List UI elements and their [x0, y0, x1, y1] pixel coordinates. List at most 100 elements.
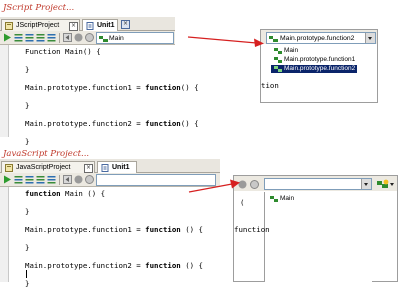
- editor-toolbar: Main: [0, 31, 175, 45]
- tab-unit1[interactable]: Unit1: [82, 19, 118, 31]
- method-combo[interactable]: Main.prototype.function2: [266, 32, 376, 44]
- project-icon: [5, 164, 13, 172]
- stop-icon[interactable]: [74, 175, 83, 184]
- run-icon[interactable]: [3, 33, 12, 42]
- step-out-icon[interactable]: [36, 175, 45, 184]
- code-text: Main.prototype.function1 =: [25, 225, 146, 234]
- method-selector-value: Main: [109, 35, 124, 42]
- reset-icon[interactable]: [250, 180, 259, 189]
- method-icon: [99, 36, 108, 42]
- method-item-function2[interactable]: Main.prototype.function2: [271, 65, 357, 73]
- code-line: Main.prototype.function1 = function () {: [25, 225, 220, 234]
- method-icon: [269, 36, 278, 42]
- run-to-cursor-icon[interactable]: [47, 33, 56, 42]
- stop-icon[interactable]: [74, 33, 83, 42]
- code-keyword: function: [25, 189, 61, 198]
- tab-bar: JavaScriptProject × Unit1: [0, 159, 220, 173]
- method-item-label: Main: [284, 47, 299, 54]
- method-item-main[interactable]: Main: [271, 47, 298, 55]
- method-item-label: Main.prototype.function1: [284, 56, 356, 63]
- code-text: () {: [180, 83, 199, 92]
- code-text: }: [25, 137, 30, 146]
- bottom-method-popup: Main ( function: [233, 175, 398, 282]
- step-into-icon[interactable]: [14, 175, 23, 184]
- reset-icon[interactable]: [85, 175, 94, 184]
- method-combo[interactable]: [264, 178, 372, 190]
- code-text: () {: [180, 119, 199, 128]
- close-editor-icon[interactable]: ×: [121, 20, 130, 29]
- step-over-icon[interactable]: [25, 33, 34, 42]
- code-keyword: function: [145, 83, 181, 92]
- code-keyword: function: [145, 261, 181, 270]
- add-method-icon[interactable]: [377, 179, 395, 189]
- background-code-fragment: (: [240, 198, 245, 207]
- method-selector[interactable]: Main: [96, 32, 174, 44]
- step-out-icon[interactable]: [36, 33, 45, 42]
- close-icon[interactable]: ×: [84, 164, 93, 173]
- file-icon: [86, 22, 94, 30]
- top-editor-window: JScriptProject × Unit1 × Main Function M…: [0, 17, 199, 146]
- tab-javascriptproject[interactable]: JavaScriptProject ×: [1, 161, 95, 173]
- tab-label: Unit1: [112, 164, 130, 171]
- code-text: Main.prototype.function2 =: [25, 119, 146, 128]
- code-text: Main () {: [60, 189, 106, 198]
- line-gutter: [0, 45, 9, 137]
- code-line: Main.prototype.function2 = function() {: [25, 119, 199, 128]
- method-item-label: Main: [280, 195, 295, 202]
- background-code-fragment: tion: [261, 81, 279, 90]
- tab-jscriptproject[interactable]: JScriptProject ×: [1, 19, 80, 31]
- code-area: function Main () {} Main.prototype.functi…: [25, 189, 220, 288]
- code-text: }: [25, 243, 30, 252]
- code-text: }: [25, 101, 30, 110]
- method-icon: [274, 48, 282, 54]
- code-line: Function Main() {: [25, 47, 175, 56]
- code-line: }: [25, 101, 175, 110]
- code-keyword: function: [145, 119, 181, 128]
- code-text: Main.prototype.function1 =: [25, 83, 146, 92]
- caption-jscript: JScript Project...: [3, 3, 75, 13]
- method-combo-value: Main.prototype.function2: [280, 35, 355, 42]
- run-to-cursor-icon[interactable]: [47, 175, 56, 184]
- code-text: }: [25, 65, 30, 74]
- code-line: }: [25, 243, 220, 252]
- code-line: Main.prototype.function2 = function () {: [25, 261, 220, 270]
- tab-unit1[interactable]: Unit1: [97, 161, 137, 173]
- code-line: }: [25, 65, 175, 74]
- back-icon[interactable]: [63, 175, 72, 184]
- toolbar-separator: [59, 33, 60, 43]
- code-keyword: function: [145, 225, 181, 234]
- method-icon: [270, 196, 278, 202]
- code-area: Function Main() {} Main.prototype.functio…: [25, 47, 199, 146]
- tab-label: JavaScriptProject: [16, 164, 71, 171]
- code-text: }: [25, 207, 30, 216]
- tab-bar: JScriptProject × Unit1 ×: [0, 17, 175, 31]
- step-over-icon[interactable]: [25, 175, 34, 184]
- tab-label: JScriptProject: [16, 22, 60, 29]
- chevron-down-icon[interactable]: [361, 179, 371, 189]
- close-icon[interactable]: ×: [69, 22, 78, 31]
- code-line: }: [25, 279, 220, 288]
- top-method-popup: Main.prototype.function2 Main Main.proto…: [260, 29, 378, 103]
- method-item-main[interactable]: Main: [267, 195, 294, 203]
- code-editor[interactable]: Function Main() {} Main.prototype.functio…: [0, 45, 199, 146]
- step-into-icon[interactable]: [14, 33, 23, 42]
- code-text: Main.prototype.function2 =: [25, 261, 146, 270]
- run-icon[interactable]: [3, 175, 12, 184]
- reset-icon[interactable]: [85, 33, 94, 42]
- arrow-pointer: [188, 179, 240, 193]
- chevron-down-icon[interactable]: [365, 33, 375, 43]
- back-icon[interactable]: [63, 33, 72, 42]
- code-editor[interactable]: function Main () {} Main.prototype.functi…: [0, 187, 220, 288]
- background-code-fragment: function: [234, 225, 270, 234]
- caption-javascript: JavaScript Project...: [3, 149, 90, 159]
- method-item-function1[interactable]: Main.prototype.function1: [271, 56, 355, 64]
